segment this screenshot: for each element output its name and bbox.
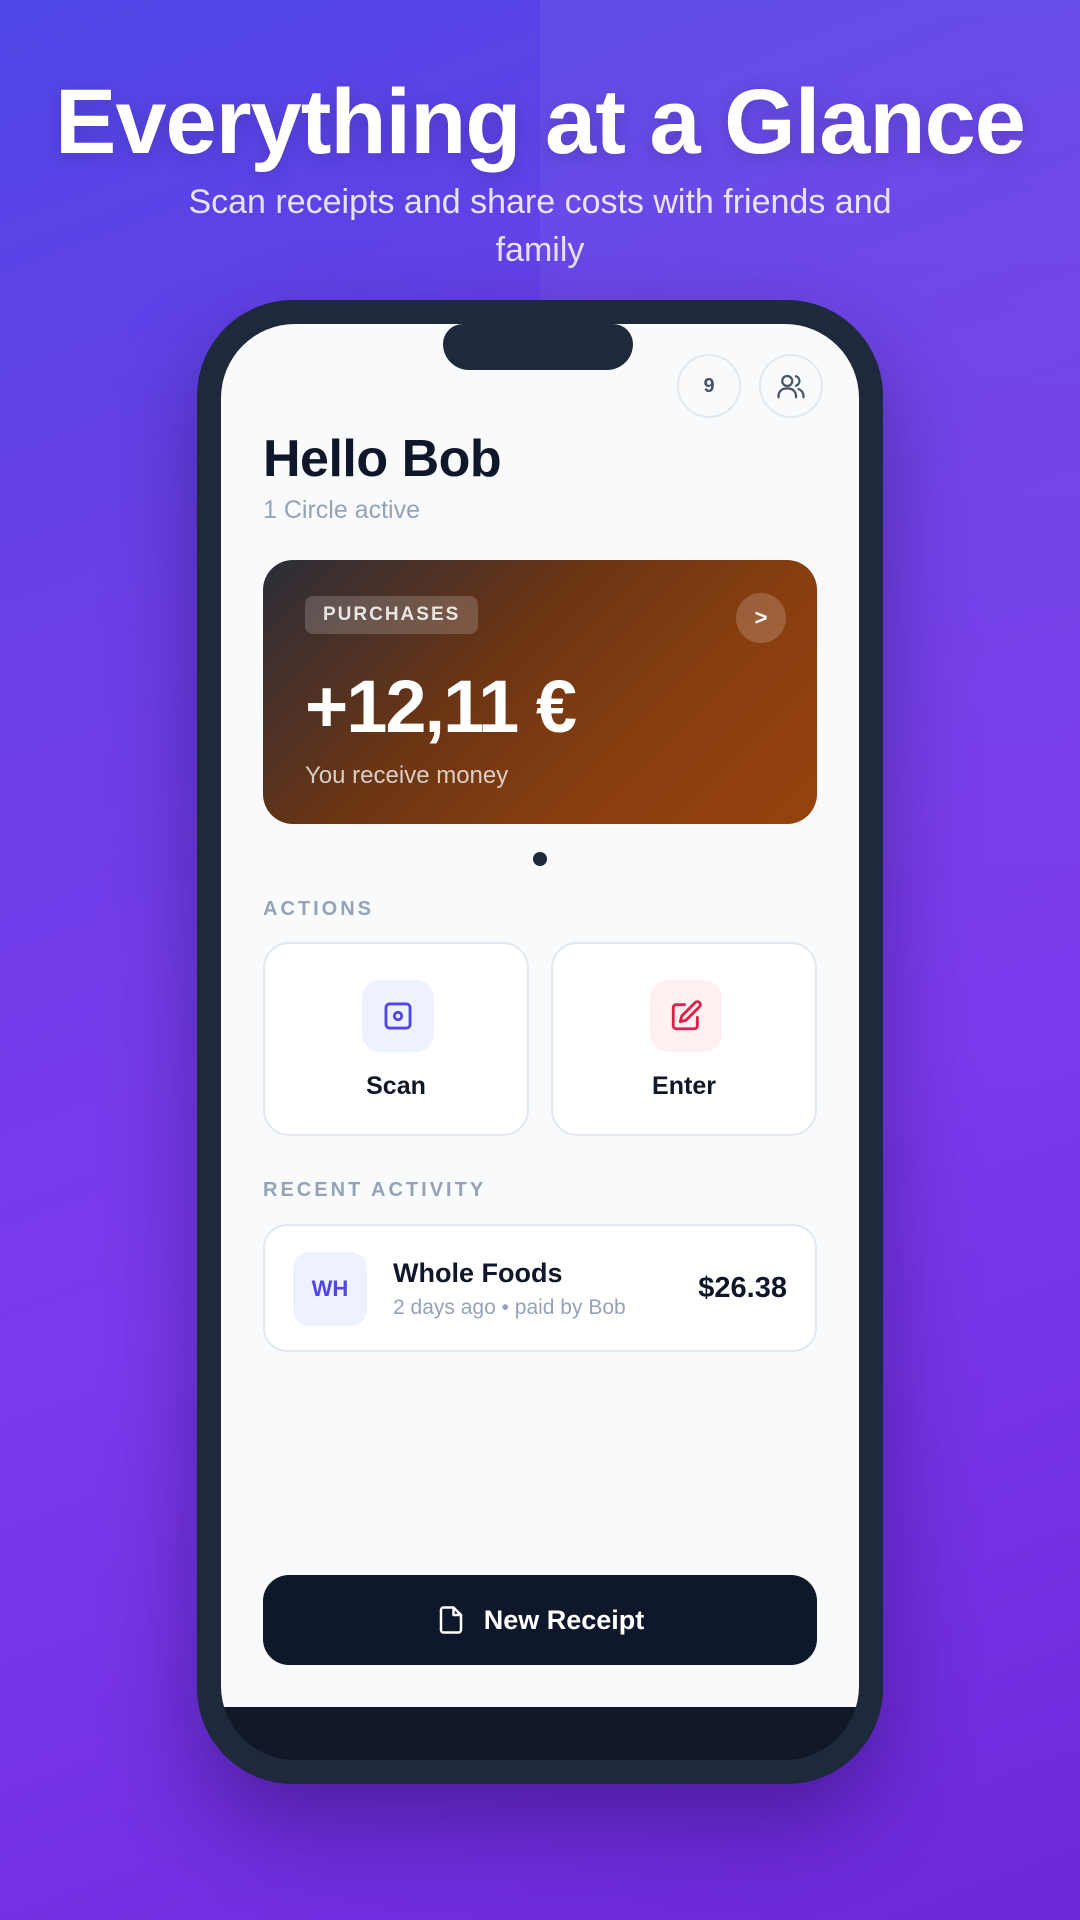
scan-icon	[362, 980, 434, 1052]
balance-caption: You receive money	[305, 762, 509, 789]
phone-screen: 9 Hello Bob 1 Circle active PURCHASES > …	[221, 324, 859, 1760]
edit-icon	[650, 980, 722, 1052]
hero-title: Everything at a Glance	[55, 71, 1026, 173]
scan-action-button[interactable]: Scan	[263, 942, 529, 1136]
enter-label: Enter	[652, 1072, 716, 1100]
phone-notch	[443, 324, 633, 370]
card-tag: PURCHASES	[305, 596, 479, 634]
actions-section-label: ACTIONS	[263, 898, 374, 920]
hero-subtitle: Scan receipts and share costs with frien…	[188, 183, 892, 269]
merchant-avatar: WH	[293, 1252, 367, 1326]
recent-activity-label: RECENT ACTIVITY	[263, 1179, 487, 1201]
pager-dot[interactable]	[533, 852, 547, 866]
balance-card[interactable]: PURCHASES > +12,11 € You receive money	[263, 560, 817, 824]
circles-button[interactable]	[759, 354, 823, 418]
merchant-name: Whole Foods	[393, 1258, 563, 1288]
new-receipt-button[interactable]: New Receipt	[263, 1575, 817, 1665]
phone-frame: 9 Hello Bob 1 Circle active PURCHASES > …	[197, 300, 883, 1784]
card-arrow-button[interactable]: >	[736, 593, 786, 643]
scan-label: Scan	[366, 1072, 426, 1100]
enter-action-button[interactable]: Enter	[551, 942, 817, 1136]
activity-item[interactable]: WH Whole Foods 2 days ago • paid by Bob …	[263, 1224, 817, 1352]
file-icon	[436, 1603, 466, 1637]
notification-count: 9	[703, 374, 715, 397]
greeting-title: Hello Bob	[263, 430, 502, 488]
users-icon	[776, 371, 806, 401]
circle-status: 1 Circle active	[263, 496, 420, 524]
notification-count-button[interactable]: 9	[677, 354, 741, 418]
merchant-meta: 2 days ago • paid by Bob	[393, 1296, 626, 1319]
merchant-amount: $26.38	[698, 1272, 787, 1304]
app-screen: 9 Hello Bob 1 Circle active PURCHASES > …	[221, 324, 859, 1707]
balance-amount: +12,11 €	[305, 665, 577, 748]
new-receipt-label: New Receipt	[483, 1604, 645, 1635]
